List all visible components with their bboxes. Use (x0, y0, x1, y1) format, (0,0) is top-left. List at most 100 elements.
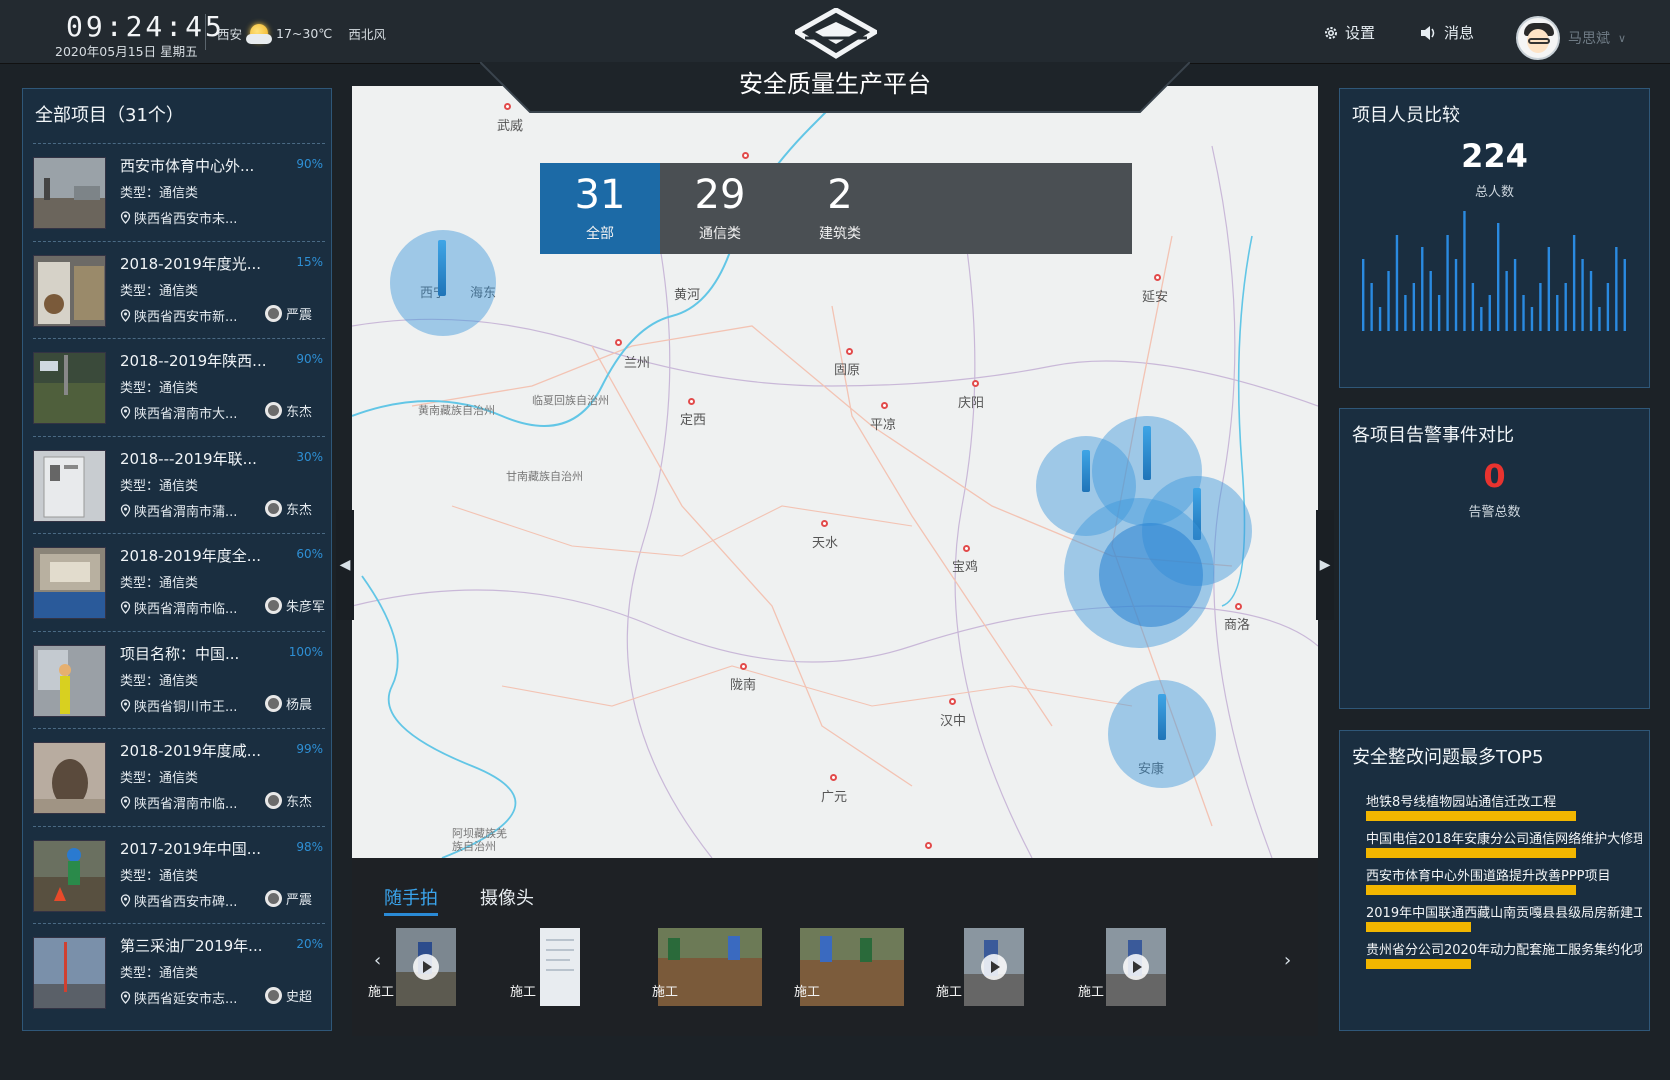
project-type: 类型：通信类 (120, 381, 199, 396)
project-item[interactable]: 2018---2019年联... 30% 类型：通信类 陕西省渭南市蒲... 东… (33, 435, 325, 534)
messages-button[interactable]: 消息 (1420, 22, 1474, 43)
active-tab-indicator (384, 913, 438, 916)
personnel-bar (1547, 247, 1551, 331)
project-progress: 98% (296, 839, 323, 854)
stat-all[interactable]: 31 全部 (540, 163, 660, 254)
project-thumbnail (33, 547, 106, 619)
location-pin-icon (120, 991, 131, 1004)
map-label-yanan: 延安 (1142, 289, 1169, 304)
alarm-total: 0 (1483, 457, 1506, 495)
messages-label: 消息 (1444, 24, 1475, 42)
media-item[interactable]: 施工 (794, 928, 904, 1006)
manager-avatar (265, 499, 282, 517)
project-item[interactable]: 第三采油厂2019年... 20% 类型：通信类 陕西省延安市志... 史超 (33, 923, 325, 1021)
media-item[interactable]: 施工 (1078, 928, 1178, 1006)
media-thumbnail (964, 928, 1024, 1006)
project-name: 2018--2019年陕西... (120, 352, 267, 370)
manager-avatar (265, 597, 282, 614)
project-item[interactable]: 项目名称：中国... 100% 类型：通信类 陕西省铜川市王... 杨晨 (33, 630, 325, 729)
location-pin-icon (120, 698, 131, 712)
map-label-hanzhong: 汉中 (940, 713, 967, 728)
location-pin-icon (120, 503, 131, 517)
personnel-bar (1454, 259, 1458, 331)
media-item[interactable]: 施工 (510, 928, 610, 1006)
stat-telecom[interactable]: 29 通信类 (660, 163, 780, 254)
project-type: 类型：通信类 (120, 868, 199, 884)
project-thumbnail (33, 839, 106, 912)
clock-time: 09:24:45 (66, 10, 225, 43)
safety-top5-panel: 安全整改问题最多TOP5 地铁8号线植物园站通信迁改工程 中国电信2018年安康… (1339, 730, 1650, 1031)
city-marker (742, 152, 749, 159)
project-list: 西安市体育中心外... 90% 类型：通信类 陕西省西安市未... 2018-2… (33, 143, 325, 1021)
top5-title: 安全整改问题最多TOP5 (1352, 747, 1544, 768)
personnel-bar (1589, 271, 1593, 331)
personnel-bar (1513, 259, 1517, 331)
project-name: 2017-2019年中国... (120, 839, 262, 858)
project-cluster-marker[interactable] (1064, 498, 1214, 648)
personnel-total-label: 总人数 (1474, 185, 1514, 200)
tower-icon (1082, 450, 1090, 492)
top5-row[interactable]: 西安市体育中心外围道路提升改善PPP项目 (1366, 865, 1642, 902)
project-item[interactable]: 2018-2019年度光... 15% 类型：通信类 陕西省西安市新... 严震 (33, 240, 325, 339)
collapse-left-button[interactable]: ◀ (336, 510, 354, 620)
top5-row[interactable]: 地铁8号线植物园站通信迁改工程 (1366, 791, 1642, 828)
top5-row[interactable]: 贵州省分公司2020年动力配套施工服务集约化项 (1366, 939, 1642, 976)
personnel-bar (1530, 307, 1534, 331)
location-pin-icon (120, 308, 131, 322)
tower-icon (438, 240, 446, 296)
settings-button[interactable]: 设置 (1323, 22, 1375, 43)
personnel-bar (1623, 259, 1626, 331)
project-type: 类型：通信类 (120, 576, 199, 591)
map-label-baoji: 宝鸡 (952, 559, 979, 574)
stat-building-label: 建筑类 (819, 226, 861, 242)
project-item[interactable]: 西安市体育中心外... 90% 类型：通信类 陕西省西安市未... (33, 143, 325, 241)
project-item[interactable]: 2018-2019年度全... 60% 类型：通信类 陕西省渭南市临... 朱彦… (33, 533, 325, 631)
project-list-panel: 全部项目（31个） 西安市体育中心外... 90% 类型：通信类 陕西省西安市未… (22, 88, 332, 1031)
city-marker (821, 520, 828, 527)
project-thumbnail (33, 254, 106, 327)
project-location: 陕西省延安市志... (120, 988, 237, 1007)
platform-logo-icon (795, 8, 877, 59)
personnel-bar (1598, 307, 1601, 331)
map-label-guyuan: 固原 (834, 362, 861, 377)
project-item[interactable]: 2018--2019年陕西... 90% 类型：通信类 陕西省渭南市大... 东… (33, 338, 325, 436)
city-marker (925, 842, 932, 849)
project-cluster-marker[interactable] (1108, 680, 1216, 788)
settings-label: 设置 (1345, 24, 1376, 42)
project-type: 类型：通信类 (120, 966, 199, 981)
map-label-huangnan: 黄南藏族自治州 (418, 405, 495, 417)
play-icon (981, 954, 1007, 980)
stat-building[interactable]: 2 建筑类 (780, 163, 900, 254)
project-name: 2018-2019年度咸... (120, 742, 262, 760)
map-label-shangluo: 商洛 (1224, 617, 1251, 632)
tab-cameras[interactable]: 摄像头 (480, 884, 534, 910)
manager-avatar (265, 987, 282, 1004)
project-progress: 99% (296, 742, 323, 756)
user-menu[interactable]: 马思斌 ∨ (1516, 16, 1626, 60)
map-label-gannan: 甘南藏族自治州 (506, 471, 583, 483)
top5-row[interactable]: 中国电信2018年安康分公司通信网络维护大修理 (1366, 828, 1642, 865)
project-item[interactable]: 2018-2019年度咸... 99% 类型：通信类 陕西省渭南市临... 东杰 (33, 728, 325, 826)
tower-icon (1143, 426, 1151, 480)
project-thumbnail (33, 157, 106, 229)
city-marker (740, 663, 747, 670)
username: 马思斌 (1568, 31, 1610, 47)
personnel-bar (1606, 283, 1610, 331)
strip-next-button[interactable]: › (1284, 950, 1291, 971)
project-item[interactable]: 2017-2019年中国... 98% 类型：通信类 陕西省西安市碑... 严震 (33, 825, 325, 924)
project-location: 陕西省渭南市临... (120, 598, 237, 617)
top5-row[interactable]: 2019年中国联通西藏山南贡嘎县县级局房新建工 (1366, 902, 1642, 939)
collapse-right-button[interactable]: ▶ (1316, 510, 1334, 620)
project-progress: 100% (288, 644, 323, 659)
project-location: 陕西省铜川市王... (120, 696, 237, 715)
personnel-bar (1421, 247, 1424, 331)
project-location: 陕西省西安市新... (120, 306, 237, 325)
media-item[interactable]: 施工 (936, 928, 1036, 1006)
weather-wind: 西北风 (348, 26, 386, 42)
tab-snapshots[interactable]: 随手拍 (384, 884, 438, 910)
media-item[interactable]: 施工 (652, 928, 762, 1006)
project-cluster-marker[interactable] (390, 230, 496, 336)
project-thumbnail (33, 449, 106, 522)
media-item[interactable]: 施工 (368, 928, 468, 1006)
map-label-linxia: 临夏回族自治州 (532, 395, 609, 407)
